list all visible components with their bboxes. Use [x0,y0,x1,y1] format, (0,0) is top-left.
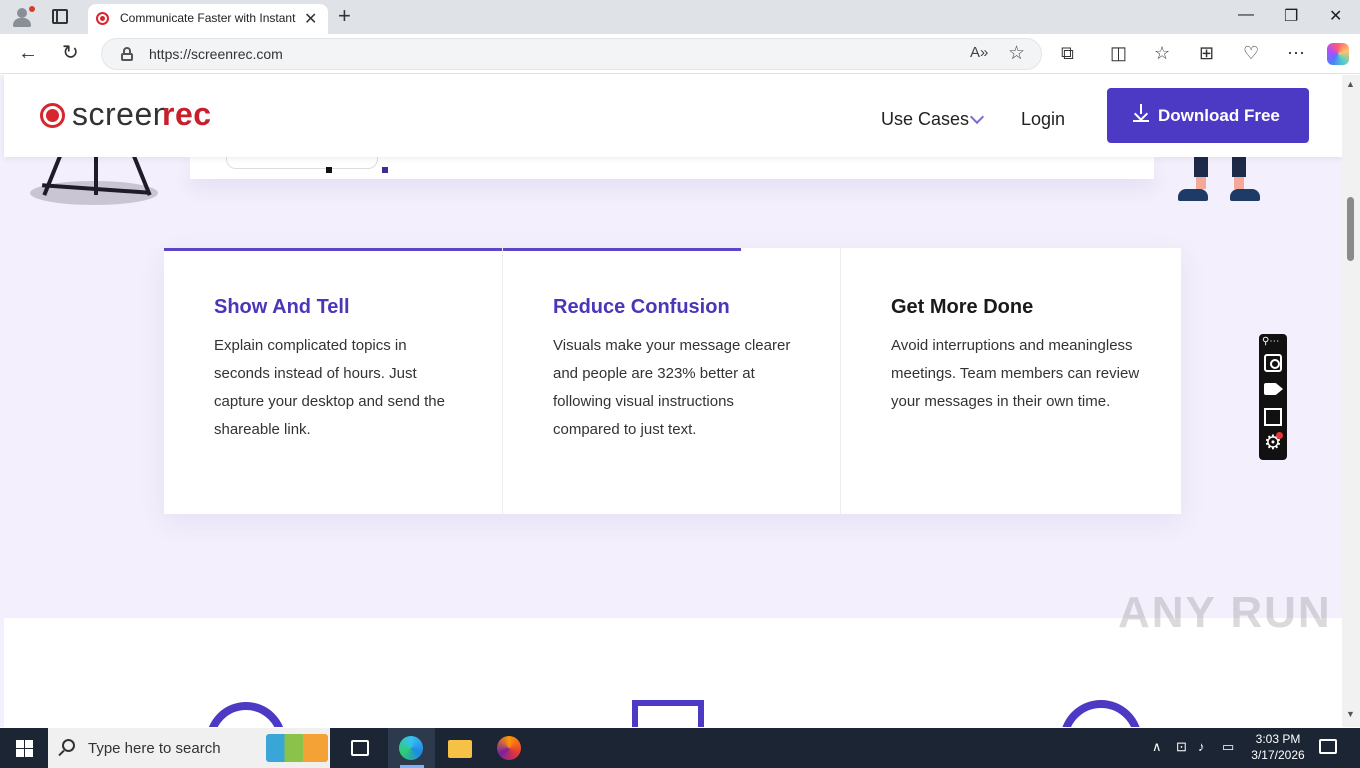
browser-tab-active[interactable]: Communicate Faster with Instant ✕ [88,4,328,34]
favorite-star-icon[interactable]: ☆ [1008,42,1025,65]
anyrun-watermark: ANY RUN [1118,588,1332,637]
clock-date: 3/17/2026 [1251,748,1305,762]
features-panel: Show And Tell Explain complicated topics… [164,248,1181,514]
firefox-icon[interactable] [497,736,521,760]
nav-login[interactable]: Login [1021,109,1065,130]
split-screen-icon[interactable]: ◫ [1110,43,1127,63]
person-illustration [1176,157,1268,207]
tab-actions-icon[interactable] [52,9,68,24]
edge-browser-icon[interactable] [399,736,423,760]
tray-device-icon[interactable]: ⊡ [1176,739,1187,755]
collections-icon[interactable]: ⊞ [1199,43,1214,63]
windows-taskbar: Type here to search ∧ ⊡ ♪ ▭ 3:03 PM 3/17… [0,728,1360,768]
widget-menu-icon[interactable]: ⚲⋯ [1262,336,1279,347]
read-aloud-icon[interactable]: A» [970,44,988,61]
feature-reduce-confusion: Reduce Confusion Visuals make your messa… [502,248,840,514]
search-highlight-image [266,734,328,762]
frame-feature-icon [632,700,704,727]
site-header: screen rec Use Cases Login Download Free [4,75,1342,157]
clock-time: 3:03 PM [1255,732,1301,746]
lock-icon[interactable] [121,47,133,61]
download-icon [1133,104,1149,122]
download-free-button[interactable]: Download Free [1107,88,1309,143]
hero-illustration-card [190,153,1154,179]
window-capture-icon[interactable] [1264,408,1282,426]
chevron-down-icon[interactable] [969,109,985,125]
restore-icon[interactable]: ❐ [1284,6,1298,26]
feature-title: Get More Done [891,296,1034,318]
record-dot-icon [40,103,65,128]
volume-icon[interactable]: ♪ [1198,739,1205,754]
browser-tab-bar: Communicate Faster with Instant ✕ + — ❐ … [0,0,1360,34]
feature-text: Visuals make your message clearer and pe… [553,337,791,438]
feature-accent-bar [503,248,741,251]
more-options-icon[interactable]: ⋯ [1287,43,1305,63]
capture-toolbar-widget: ⚲⋯ ⚙ [1259,334,1287,460]
search-icon [62,739,75,752]
refresh-icon[interactable]: ↻ [62,42,79,64]
feature-text: Avoid interruptions and meaningless meet… [891,337,1140,410]
url-text[interactable]: https://screenrec.com [149,46,283,62]
feature-title: Show And Tell [214,296,350,318]
circle-feature-icon [206,702,286,727]
url-field[interactable]: https://screenrec.com A» ☆ [101,38,1042,70]
feature-get-more-done: Get More Done Avoid interruptions and me… [840,248,1181,514]
network-icon[interactable]: ▭ [1222,739,1234,755]
back-icon[interactable]: ← [18,42,38,64]
camera-icon[interactable] [1264,354,1282,372]
tray-chevron-icon[interactable]: ∧ [1152,739,1162,755]
favorites-icon[interactable]: ☆ [1154,43,1170,63]
feature-text: Explain complicated topics in seconds in… [214,337,445,438]
tab-close-icon[interactable]: ✕ [304,9,317,29]
target-feature-icon [1060,700,1142,727]
notifications-icon[interactable] [1319,739,1337,754]
screenrec-favicon-icon [96,12,109,25]
window-close-icon[interactable]: ✕ [1329,6,1342,26]
scroll-down-icon[interactable]: ▼ [1346,709,1355,719]
nav-use-cases[interactable]: Use Cases [881,109,969,130]
new-tab-icon[interactable]: + [338,4,351,28]
tab-title: Communicate Faster with Instant [120,11,296,25]
feature-show-and-tell: Show And Tell Explain complicated topics… [164,248,502,514]
feature-accent-bar [164,248,502,251]
feature-title: Reduce Confusion [553,296,730,318]
file-explorer-icon[interactable] [448,740,472,758]
profile-icon[interactable] [10,6,35,28]
task-view-icon[interactable] [351,740,369,756]
settings-gear-icon[interactable]: ⚙ [1264,432,1283,453]
taskbar-search-box[interactable]: Type here to search [48,728,330,768]
video-record-icon[interactable] [1264,383,1283,395]
page-scrollbar[interactable]: ▲ ▼ [1342,75,1360,727]
windows-start-icon[interactable] [16,740,33,757]
browser-essentials-icon[interactable]: ♡ [1243,43,1259,63]
copilot-icon[interactable] [1327,43,1349,65]
taskbar-clock[interactable]: 3:03 PM 3/17/2026 [1248,731,1308,763]
scrollbar-thumb[interactable] [1347,197,1354,261]
minimize-icon[interactable]: — [1238,6,1254,24]
scroll-up-icon[interactable]: ▲ [1346,79,1355,89]
search-placeholder: Type here to search [88,740,221,757]
page-viewport: screen rec Use Cases Login Download Free… [0,75,1342,727]
extensions-icon[interactable]: ⧉ [1061,43,1074,63]
